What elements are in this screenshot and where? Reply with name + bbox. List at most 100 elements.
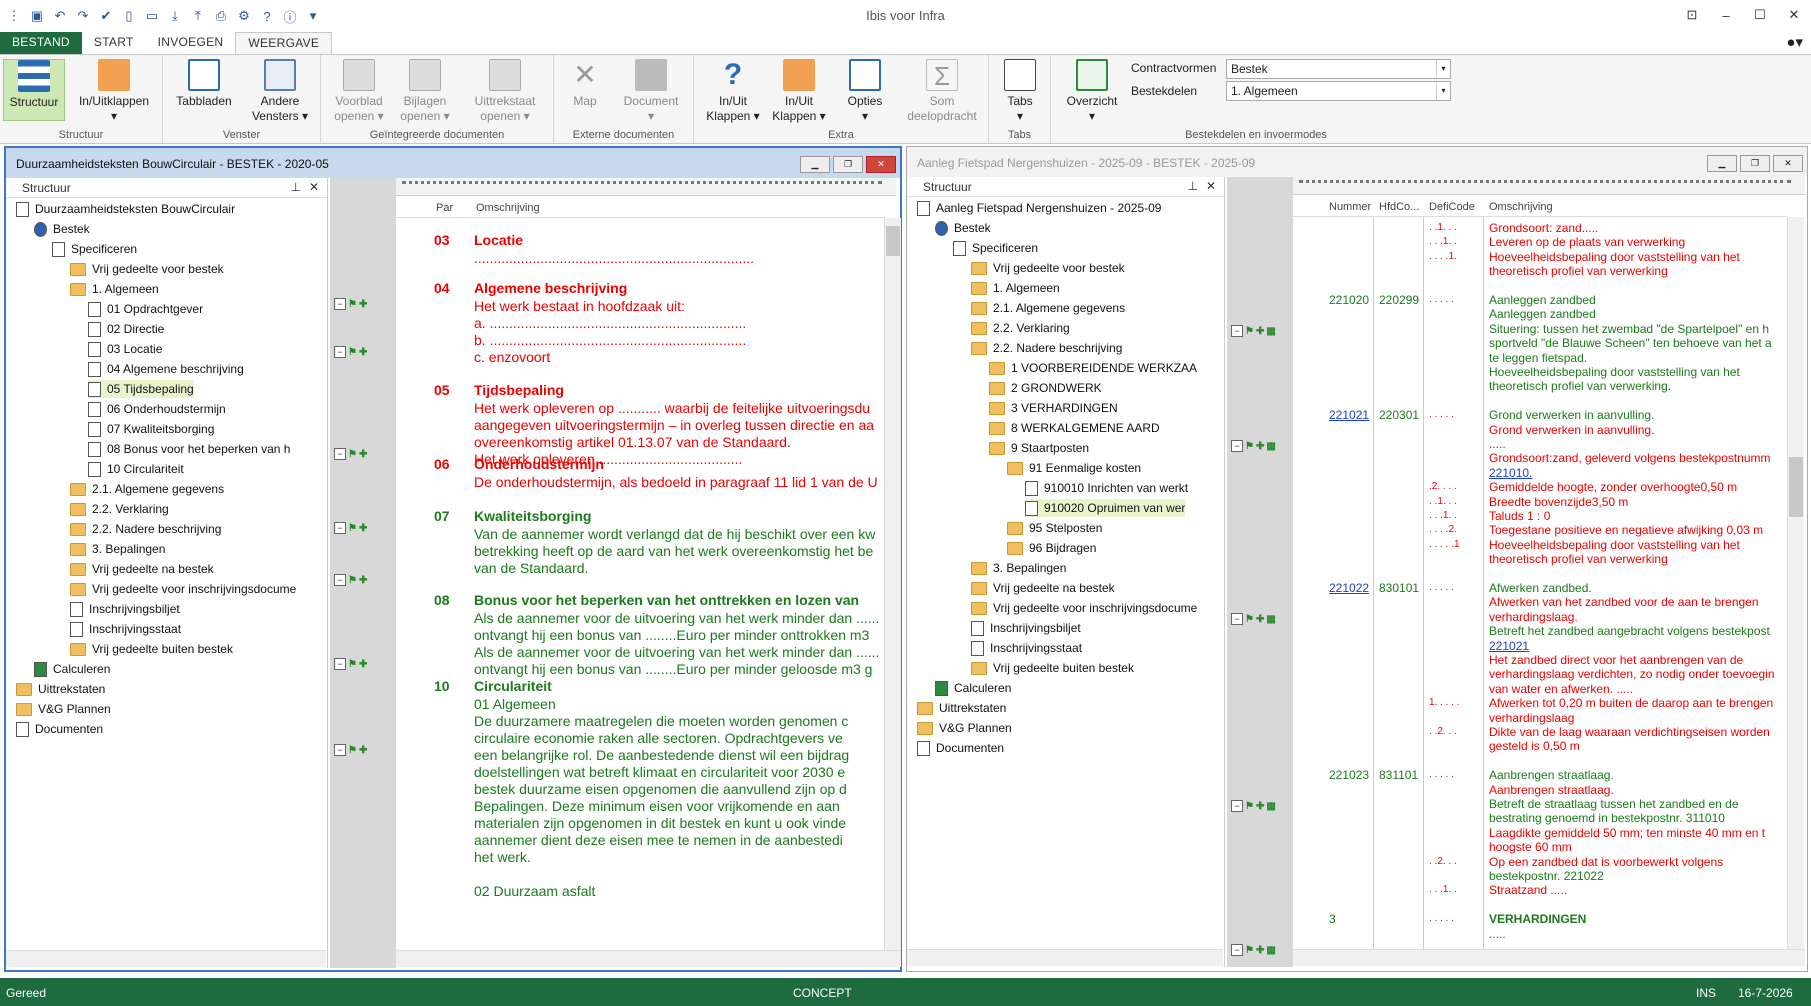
table-row[interactable]: theoretisch profiel van verwerking bbox=[1293, 552, 1787, 566]
tree-item[interactable]: V&G Plannen bbox=[16, 700, 111, 718]
uittrekstaat-openen-button[interactable]: Uittrekstaat openen ▾ bbox=[461, 59, 549, 124]
check-icon[interactable]: ✔ bbox=[97, 7, 115, 25]
download-icon[interactable]: ⤓ bbox=[166, 7, 184, 25]
open-folder-icon[interactable]: ▭ bbox=[143, 7, 161, 25]
collapse-box-icon[interactable]: − bbox=[334, 658, 346, 670]
gutter-marker[interactable]: −⚑✚▦ bbox=[1231, 440, 1276, 453]
table-row[interactable]: Betreft de straatlaag tussen het zandbed… bbox=[1293, 797, 1787, 811]
restore-button[interactable]: ❐ bbox=[833, 156, 863, 173]
undo-icon[interactable]: ↶ bbox=[51, 7, 69, 25]
tree-item[interactable]: Vrij gedeelte na bestek bbox=[971, 579, 1115, 597]
tree-item[interactable]: 1. Algemeen bbox=[971, 279, 1060, 297]
table-row[interactable]: . .2. . . Op een zandbed dat is voorbewer… bbox=[1293, 855, 1787, 869]
tree-item[interactable]: 3. Bepalingen bbox=[971, 559, 1066, 577]
gutter-marker[interactable]: − ⚑ ✚ bbox=[334, 658, 367, 670]
tree-item[interactable]: 10 Circulariteit bbox=[88, 460, 184, 478]
table-row[interactable]: 221021 220301 . . . . . Grond verwerken in … bbox=[1293, 408, 1787, 422]
table-row[interactable]: 221022 830101 . . . . . Afwerken zandbed. bbox=[1293, 581, 1787, 595]
tree-item[interactable]: 9 Staartposten bbox=[989, 439, 1089, 457]
new-doc-icon[interactable]: ▯ bbox=[120, 7, 138, 25]
tree-item[interactable]: 95 Stelposten bbox=[1007, 519, 1102, 537]
table-row[interactable]: 221023 831101 . . . . . Aanbrengen straatla… bbox=[1293, 768, 1787, 782]
close-button[interactable]: ✕ bbox=[1773, 155, 1803, 172]
table-row[interactable]: Afwerken van het zandbed voor de aan te … bbox=[1293, 595, 1787, 609]
table-row[interactable]: hoogste 60 mm bbox=[1293, 840, 1787, 854]
overzicht-button[interactable]: Overzicht ▾ bbox=[1057, 59, 1127, 124]
tree-item[interactable]: Inschrijvingsbiljet bbox=[70, 600, 180, 618]
collapse-box-icon[interactable]: − bbox=[1231, 800, 1243, 813]
tree-item[interactable]: 1 VOORBEREIDENDE WERKZAA bbox=[989, 359, 1197, 377]
tree-item[interactable]: Inschrijvingsbiljet bbox=[971, 619, 1081, 637]
andere-vensters-button[interactable]: Andere Vensters ▾ bbox=[245, 59, 315, 124]
opties-button[interactable]: Opties ▾ bbox=[836, 59, 894, 124]
table-row[interactable]: verhardingslaag verdichten, zo nodig ond… bbox=[1293, 667, 1787, 681]
pin-icon[interactable]: ⊥ bbox=[1188, 179, 1198, 193]
maximize-button[interactable]: ☐ bbox=[1743, 0, 1777, 30]
collapse-box-icon[interactable]: − bbox=[1231, 440, 1243, 453]
table-row[interactable]: . . . .1. Hoeveelheidsbepaling door vasts… bbox=[1293, 250, 1787, 264]
voorblad-openen-button[interactable]: Voorblad openen ▾ bbox=[327, 59, 391, 124]
tree-item[interactable]: Aanleg Fietspad Nergenshuizen - 2025-09 bbox=[917, 199, 1161, 217]
gutter-marker[interactable]: − ⚑ ✚ bbox=[334, 346, 367, 358]
tree-item[interactable]: 96 Bijdragen bbox=[1007, 539, 1096, 557]
tree-item[interactable]: 06 Onderhoudstermijn bbox=[88, 400, 226, 418]
collapse-box-icon[interactable]: − bbox=[334, 744, 346, 756]
close-icon[interactable]: ✕ bbox=[309, 180, 319, 194]
table-row[interactable]: Hoeveelheidsbepaling door vaststelling v… bbox=[1293, 365, 1787, 379]
customize-icon[interactable]: ▾ bbox=[304, 7, 322, 25]
tree-item[interactable]: Vrij gedeelte buiten bestek bbox=[70, 640, 233, 658]
cell-omschrijving[interactable]: 221021 bbox=[1489, 639, 1529, 653]
gutter-marker[interactable]: − ⚑ ✚ bbox=[334, 574, 367, 586]
minimize-button[interactable]: ▁ bbox=[1707, 155, 1737, 172]
table-row[interactable]: 1. . . . . Afwerken tot 0,20 m buiten de … bbox=[1293, 696, 1787, 710]
ribbon-display-icon[interactable]: ⊡ bbox=[1675, 0, 1709, 30]
table-row[interactable]: 3 . . . . . VERHARDINGEN bbox=[1293, 912, 1787, 926]
gutter-marker[interactable]: − ⚑ ✚ bbox=[334, 448, 367, 460]
table-row[interactable]: Aanleggen zandbed bbox=[1293, 307, 1787, 321]
tree-item[interactable]: Vrij gedeelte voor bestek bbox=[971, 259, 1125, 277]
tree-item[interactable]: 2.1. Algemene gegevens bbox=[70, 480, 224, 498]
table-row[interactable]: gesteld is 0,50 m bbox=[1293, 739, 1787, 753]
tree-item[interactable]: 02 Directie bbox=[88, 320, 164, 338]
left-document[interactable]: 03 Locatie...............................… bbox=[396, 218, 886, 950]
table-row[interactable]: . . . .2. Toegestane positieve en negatie… bbox=[1293, 523, 1787, 537]
close-button[interactable]: ✕ bbox=[1777, 0, 1811, 30]
gutter-marker[interactable]: − ⚑ ✚ bbox=[334, 522, 367, 534]
gutter-marker[interactable]: −⚑✚▦ bbox=[1231, 613, 1276, 625]
close-icon[interactable]: ✕ bbox=[1206, 179, 1216, 193]
tree-item[interactable]: 3 VERHARDINGEN bbox=[989, 399, 1118, 417]
som-deelopdracht-button[interactable]: Σ Som deelopdracht bbox=[898, 59, 986, 124]
account-icon[interactable]: ●▾ bbox=[1786, 33, 1803, 51]
table-row[interactable]: Grondsoort:zand, geleverd volgens bestek… bbox=[1293, 451, 1787, 465]
minimize-button[interactable]: – bbox=[1709, 0, 1743, 30]
table-row[interactable]: sportveld "de Blauwe Scheen" ten behoeve… bbox=[1293, 336, 1787, 350]
map-button[interactable]: ✕ Map bbox=[560, 59, 610, 109]
redo-icon[interactable]: ↷ bbox=[74, 7, 92, 25]
right-table[interactable]: . .1. . . Grondsoort: zand..... . . .1. . L… bbox=[1293, 217, 1787, 949]
gutter-marker[interactable]: −⚑✚▦ bbox=[1231, 944, 1276, 957]
tree-item[interactable]: Inschrijvingsstaat bbox=[70, 620, 181, 638]
table-row[interactable]: 221010. bbox=[1293, 466, 1787, 480]
tree-item[interactable]: 03 Locatie bbox=[88, 340, 162, 358]
tree-item[interactable]: Specificeren bbox=[52, 240, 137, 258]
gutter-marker[interactable]: −⚑✚▦ bbox=[1231, 800, 1276, 813]
tree-item[interactable]: 1. Algemeen bbox=[70, 280, 159, 298]
table-row[interactable]: te leggen fietspad. bbox=[1293, 351, 1787, 365]
cell-nummer[interactable]: 221021 bbox=[1329, 408, 1369, 422]
table-row[interactable]: bestrating genoemd in bestekpostnr. 3110… bbox=[1293, 811, 1787, 825]
table-row[interactable]: ..... bbox=[1293, 437, 1787, 451]
help-icon[interactable]: ? bbox=[258, 7, 276, 25]
tree-item[interactable]: 2.2. Nadere beschrijving bbox=[70, 520, 221, 538]
table-row[interactable]: Grond verwerken in aanvulling. bbox=[1293, 423, 1787, 437]
tree-item[interactable]: Uittrekstaten bbox=[16, 680, 105, 698]
cell-nummer[interactable]: 221022 bbox=[1329, 581, 1369, 595]
tree-item[interactable]: 3. Bepalingen bbox=[70, 540, 165, 558]
table-row[interactable]: bestekpostnr. 221022 bbox=[1293, 869, 1787, 883]
tree-item[interactable]: Uittrekstaten bbox=[917, 699, 1006, 717]
restore-button[interactable]: ❐ bbox=[1740, 155, 1770, 172]
tree-item[interactable]: Documenten bbox=[917, 739, 1004, 757]
table-row[interactable] bbox=[1293, 394, 1787, 408]
table-row[interactable]: ..... bbox=[1293, 927, 1787, 941]
tree-item[interactable]: 8 WERKALGEMENE AARD bbox=[989, 419, 1160, 437]
tree-item[interactable]: 07 Kwaliteitsborging bbox=[88, 420, 214, 438]
